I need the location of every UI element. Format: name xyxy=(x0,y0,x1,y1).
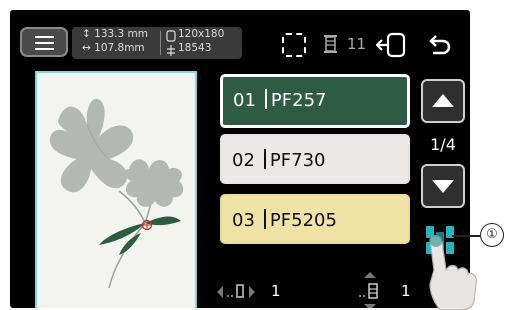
embroidery-screen: ↕ 133.3 mm ↔ 107.8mm 120x180 18543 11 01… xyxy=(10,10,470,308)
selection-icon[interactable] xyxy=(282,33,306,57)
thread-item-01[interactable]: 01 PF257 xyxy=(220,74,410,128)
thread-item-03[interactable]: 03 PF5205 xyxy=(220,194,410,244)
info-divider xyxy=(160,31,161,55)
design-width: ↔ 107.8mm xyxy=(82,42,145,54)
thread-code: PF730 xyxy=(269,150,326,171)
hamburger-line xyxy=(35,42,54,44)
bottom-controls: 1 1 xyxy=(215,272,455,308)
stitch-count: 18543 xyxy=(178,42,212,54)
thread-position-vertical-icon[interactable] xyxy=(353,272,387,308)
arrow-down-icon xyxy=(432,180,454,193)
frame-move-icon[interactable] xyxy=(376,32,408,58)
thread-count: 11 xyxy=(347,35,367,53)
thread-number: 02 xyxy=(232,150,255,171)
thread-number: 03 xyxy=(232,210,255,231)
lily-design-image xyxy=(49,98,184,289)
thread-code: PF5205 xyxy=(269,210,337,231)
scroll-up-button[interactable] xyxy=(421,79,465,123)
page-indicator: 1/4 xyxy=(430,135,456,154)
thread-position-left-icon[interactable] xyxy=(215,282,267,302)
thread-code: PF257 xyxy=(270,90,327,111)
hamburger-line xyxy=(35,36,54,38)
pointing-hand-illustration xyxy=(429,235,477,310)
thread-separator xyxy=(263,149,266,169)
callout-line xyxy=(452,235,480,237)
thread-spool-icon xyxy=(324,35,337,53)
arrow-up-icon xyxy=(432,94,454,107)
right-value: 1 xyxy=(401,282,411,300)
design-preview xyxy=(35,71,197,308)
hoop-size: 120x180 xyxy=(178,28,225,40)
hamburger-line xyxy=(35,48,54,50)
scroll-down-button[interactable] xyxy=(421,164,465,208)
callout-marker: ① xyxy=(480,223,504,247)
left-value: 1 xyxy=(271,282,281,300)
thread-number: 01 xyxy=(233,90,256,111)
thread-separator xyxy=(264,89,267,109)
menu-button[interactable] xyxy=(20,27,68,57)
design-info-panel: ↕ 133.3 mm ↔ 107.8mm 120x180 18543 xyxy=(72,27,242,59)
return-icon[interactable] xyxy=(426,32,452,58)
hoop-icon xyxy=(166,30,176,42)
thread-item-02[interactable]: 02 PF730 xyxy=(220,134,410,184)
stitch-icon xyxy=(167,45,175,56)
design-height: ↕ 133.3 mm xyxy=(82,28,148,40)
thread-separator xyxy=(263,209,266,229)
